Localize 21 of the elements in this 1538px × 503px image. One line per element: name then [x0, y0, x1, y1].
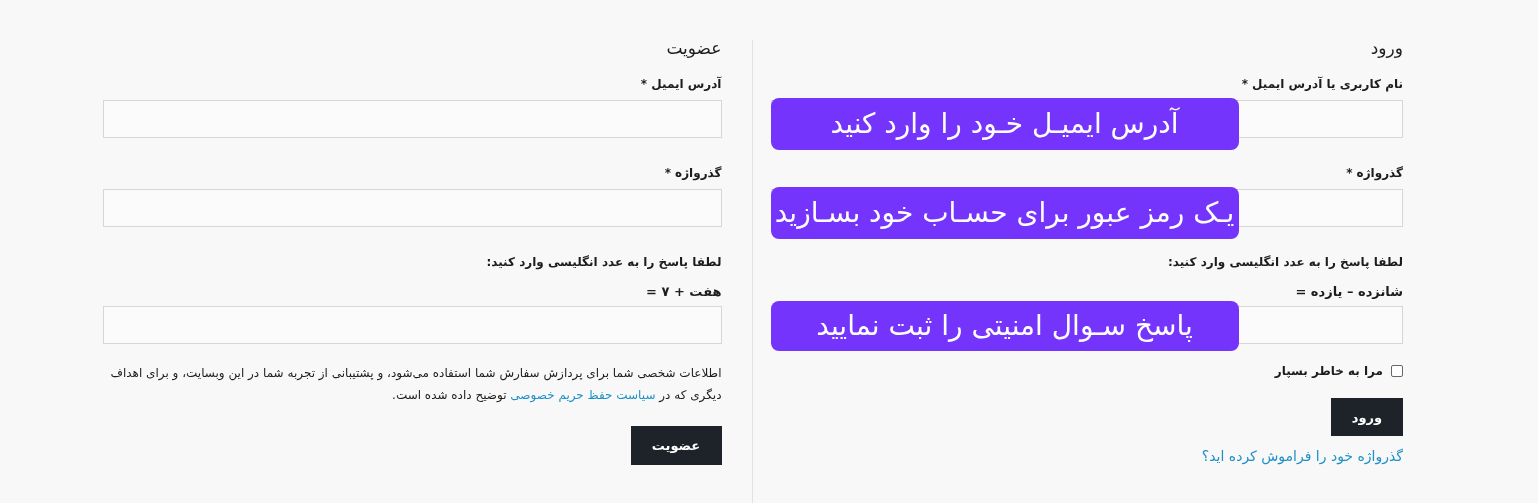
annotation-tooltip: پاسخ سـوال امنیتی را ثبت نمایید: [770, 301, 1239, 351]
captcha-question: شانزده – یازده =: [1295, 284, 1403, 300]
field-label: گذرواژه *: [1346, 165, 1403, 181]
captcha-prompt: لطفا پاسخ را به عدد انگلیسی وارد کنید:: [486, 254, 722, 270]
input-field[interactable]: [103, 189, 722, 227]
input-field[interactable]: [103, 100, 722, 138]
input-field[interactable]: [103, 306, 722, 344]
login-button[interactable]: ورود: [1331, 398, 1403, 436]
remember-checkbox[interactable]: [1391, 365, 1403, 377]
checkbox-label[interactable]: مرا به خاطر بسپار: [1274, 364, 1383, 378]
register-button[interactable]: عضویت: [630, 426, 722, 465]
annotation-tooltip: آدرس ایمیـل خـود را وارد کنید: [770, 98, 1239, 150]
register-title: عضویت: [665, 37, 722, 60]
annotation-tooltip: یـک رمز عبور برای حسـاب خود بسـازید: [770, 187, 1239, 239]
login-title: ورود: [1369, 37, 1403, 60]
field-label: آدرس ایمیل *: [640, 76, 722, 92]
field-label: نام کاربری یا آدرس ایمیل *: [1241, 76, 1403, 92]
captcha-question: هفت + ۷ =: [646, 284, 722, 300]
privacy-notice: اطلاعات شخصی شما برای پردازش سفارش شما استفاده می‌شود، و پشتیبانی از تجربه شما در این وبسایت، و برای اهداف دیگری که در سیاست حفظ حریم خصوصی توضیح داده شده است.: [109, 365, 722, 405]
field-label: گذرواژه *: [664, 165, 722, 181]
captcha-prompt: لطفا پاسخ را به عدد انگلیسی وارد کنید:: [1167, 254, 1403, 270]
